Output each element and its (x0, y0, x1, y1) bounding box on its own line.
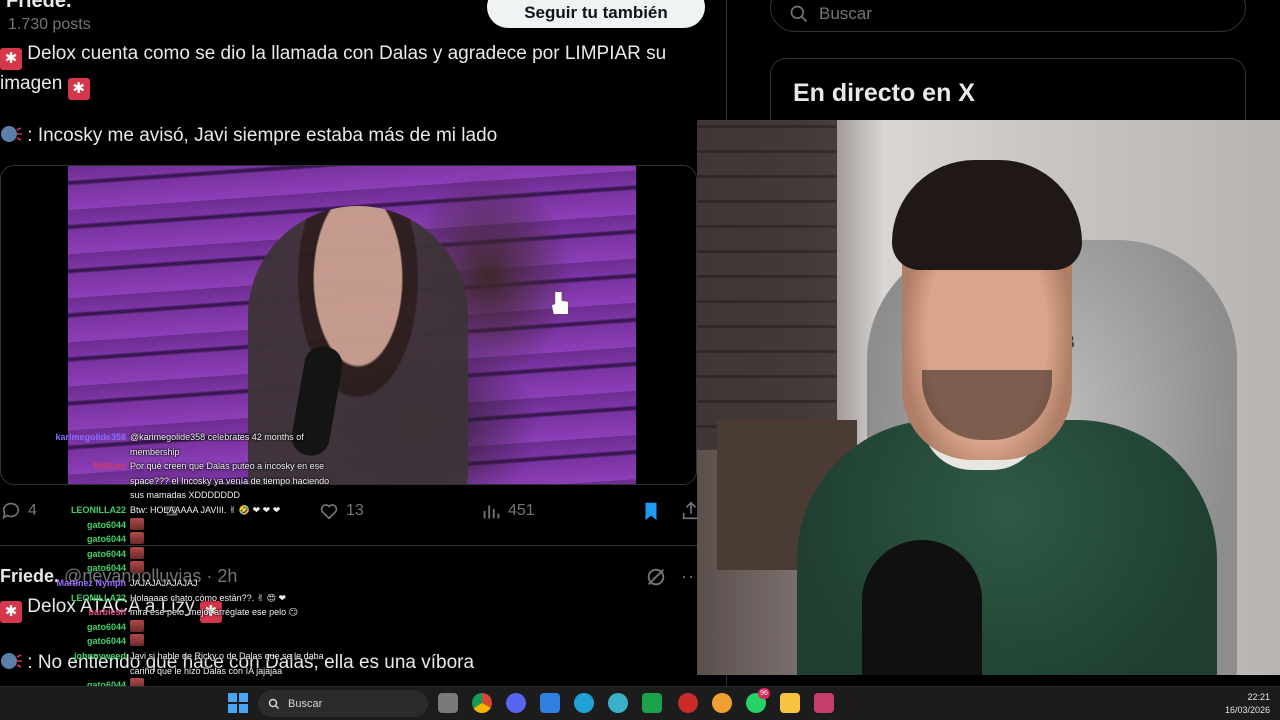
streamer-webcam: ET AB (697, 120, 1280, 675)
bookmark-icon (645, 502, 657, 521)
chat-text (130, 561, 330, 576)
streamer-hair (892, 160, 1082, 270)
chat-username: MiiBobi (93, 461, 127, 472)
chat-username: gato6044 (86, 621, 126, 632)
taskbar-clock[interactable]: 22:21 16/03/2026 (1210, 691, 1270, 717)
live-on-x-title: En directo en X (793, 79, 975, 107)
chat-text (130, 634, 330, 649)
tweet-text: ✱ Delox cuenta como se dio la llamada co… (0, 40, 666, 100)
browser-icon[interactable] (608, 693, 628, 713)
mail-icon[interactable] (540, 693, 560, 713)
chat-username: gato6044 (86, 636, 126, 647)
chat-username: LEONILLA22 (70, 592, 126, 603)
streamer-microphone (862, 540, 982, 675)
speaking-head-icon (1, 126, 22, 142)
edge-icon[interactable] (574, 693, 594, 713)
clock-date: 16/03/2026 (1224, 705, 1270, 715)
chat-message: Martinez Nymph JAJAJAJAJAJAJ (0, 576, 330, 591)
bookmark-button[interactable] (640, 500, 662, 522)
spreadsheet-icon[interactable] (642, 693, 662, 713)
search-icon (268, 698, 280, 709)
chat-username: gato6044 (86, 563, 126, 574)
views-count: 451 (508, 502, 535, 519)
chat-message: LEONILLA22 Btw: HOLAAAAA JAVIII. ✌ 🤣 ❤ ❤ … (0, 503, 330, 518)
taskbar-search-label: Buscar (288, 697, 323, 710)
discord-icon[interactable] (506, 693, 526, 713)
chat-text: @karimegolide358 celebrates 42 months of… (130, 432, 304, 457)
chat-message: gato6044 (0, 561, 330, 576)
chat-message: LEONILLA22 Holaaaas chato,cómo están??. ✌… (0, 591, 330, 606)
windows-taskbar: Buscar 96 22:21 16/03/2026 (0, 686, 1280, 720)
chat-username: gato6044 (86, 548, 126, 559)
app-icon[interactable] (814, 693, 834, 713)
chat-username: gato6044 (86, 534, 126, 545)
chat-emote-icon (130, 634, 144, 647)
chat-username: gato6044 (86, 519, 126, 530)
chat-text: mira ese pelo, mejor arréglate ese pelo … (130, 607, 298, 618)
chat-emote-icon (130, 517, 144, 530)
like-count: 13 (346, 502, 364, 519)
chat-text: Por qué creen que Dalas puteo a incosky … (130, 461, 330, 501)
chat-emote-icon (130, 619, 144, 632)
chat-text (130, 532, 330, 547)
brick-wall (697, 120, 837, 450)
tweet-line-2: imagen (0, 73, 63, 94)
chat-text (130, 619, 330, 635)
posts-count: 1.730 posts (8, 16, 91, 33)
chat-username: barblesh (88, 607, 126, 618)
chat-message: MiiBobi Por qué creen que Dalas puteo a i… (0, 459, 330, 503)
siren-emoji-icon: ✱ (0, 48, 22, 70)
chat-message: gato6044 (0, 634, 330, 649)
settings-icon[interactable] (678, 693, 698, 713)
chat-message: gato6044 (0, 532, 330, 547)
chat-text (130, 546, 330, 562)
chat-emote-icon (130, 546, 144, 559)
chat-message: gato6044 (0, 619, 330, 635)
chat-message: karimegolide358 @karimegolide358 celebrat… (0, 430, 330, 459)
follow-back-button[interactable]: Seguir tu también (487, 0, 705, 28)
chat-emote-icon (130, 532, 144, 545)
chat-text: JAJAJAJAJAJAJ (130, 577, 198, 588)
chat-message: gato6044 (0, 546, 330, 562)
chat-text: Holaaaas chato,cómo están??. ✌ 😍 ❤ (130, 592, 287, 603)
chat-message: johnnyweed Javi si hable de Ricky o de Da… (0, 649, 330, 678)
grok-icon[interactable] (645, 566, 667, 588)
chat-username: karimegolide358 (55, 432, 126, 442)
chat-username: LEONILLA22 (70, 504, 126, 515)
chat-text (130, 517, 330, 533)
windows-start-icon[interactable] (228, 693, 248, 713)
tweet-line-1: Delox cuenta como se dio la llamada con … (27, 43, 667, 64)
taskbar-search[interactable]: Buscar (258, 690, 428, 717)
chat-text: Javi si hable de Ricky o de Dalas que se… (130, 650, 324, 676)
chrome-icon[interactable] (472, 693, 492, 713)
chat-message: gato6044 (0, 517, 330, 533)
chat-username: Martinez Nymph (56, 577, 126, 588)
search-icon (790, 5, 808, 23)
chat-username: johnnyweed (73, 650, 126, 661)
chat-emote-icon (130, 561, 144, 574)
app-icon[interactable] (712, 693, 732, 713)
chat-text: Btw: HOLAAAAA JAVIII. ✌ 🤣 ❤ ❤ ❤ (130, 504, 281, 515)
profile-name: Friede. (6, 0, 72, 12)
search-placeholder: Buscar (819, 4, 872, 23)
whatsapp-badge: 96 (758, 688, 770, 699)
views-button[interactable]: 451 (480, 500, 535, 522)
search-input[interactable]: Buscar (770, 0, 1246, 32)
clock-time: 22:21 (1247, 692, 1270, 702)
stream-chat-overlay: karimegolide358 @karimegolide358 celebrat… (0, 430, 330, 707)
views-chart-icon (483, 505, 500, 519)
tweet-quote: : Incosky me avisó, Javi siempre estaba … (0, 122, 497, 150)
task-view-icon[interactable] (438, 693, 458, 713)
chat-message: barblesh mira ese pelo, mejor arréglate e… (0, 605, 330, 620)
folder-icon[interactable] (780, 693, 800, 713)
siren-emoji-icon: ✱ (67, 78, 90, 100)
tweet-quote-text: : Incosky me avisó, Javi siempre estaba … (27, 125, 498, 146)
